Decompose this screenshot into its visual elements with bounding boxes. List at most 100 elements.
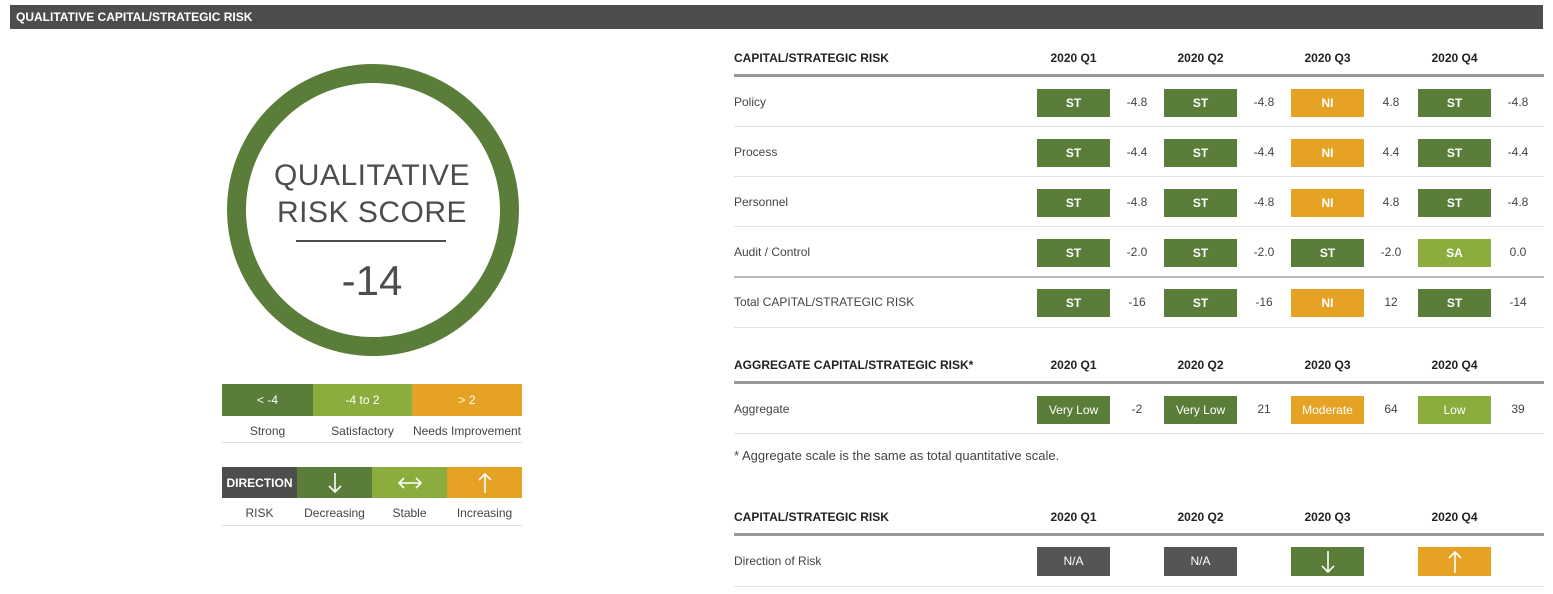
rating-badge: ST (1418, 189, 1491, 217)
table-row-personnel: Personnel ST -4.8 ST -4.8 NI 4.8 ST -4.8 (734, 178, 1544, 227)
label-stable: Stable (392, 506, 427, 520)
direction-badge: N/A (1164, 547, 1237, 576)
table1-rule (734, 74, 1544, 77)
risk-score-divider (296, 240, 446, 242)
arrow-down-icon (1291, 547, 1364, 576)
rating-badge: ST (1037, 239, 1110, 267)
score-value: -16 (1255, 295, 1273, 309)
table2-q3: 2020 Q3 (1304, 358, 1351, 372)
score-value: -16 (1128, 295, 1146, 309)
row-label: Aggregate (734, 402, 790, 416)
table-row-policy: Policy ST -4.8 ST -4.8 NI 4.8 ST -4.8 (734, 78, 1544, 127)
rating-badge: ST (1037, 189, 1110, 217)
rating-badge: ST (1164, 89, 1237, 117)
score-value: -14 (1509, 295, 1527, 309)
section-header: QUALITATIVE CAPITAL/STRATEGIC RISK (10, 5, 1543, 29)
rating-badge: ST (1164, 239, 1237, 267)
score-value: -2.0 (1380, 245, 1402, 259)
table1-q1: 2020 Q1 (1050, 51, 1097, 65)
table3-header: CAPITAL/STRATEGIC RISK 2020 Q1 2020 Q2 2… (734, 507, 1544, 527)
table3-q3: 2020 Q3 (1304, 510, 1351, 524)
row-label: Personnel (734, 195, 789, 209)
risk-score-title-line1: QUALITATIVE (273, 159, 471, 192)
row-label: Total CAPITAL/STRATEGIC RISK (734, 295, 915, 309)
table-row-aggregate: Aggregate Very Low -2 Very Low 21 Modera… (734, 385, 1544, 434)
rating-badge: NI (1291, 189, 1364, 217)
rating-badge: ST (1418, 289, 1491, 317)
direction-legend: DIRECTION (222, 467, 522, 498)
table1-q3: 2020 Q3 (1304, 51, 1351, 65)
score-value: -2.0 (1126, 245, 1148, 259)
table1-q2: 2020 Q2 (1177, 51, 1224, 65)
score-range-legend: < -4 -4 to 2 > 2 (222, 384, 522, 416)
risk-score-value: -14 (341, 257, 403, 304)
table3-rule (734, 533, 1544, 536)
score-value: 21 (1257, 402, 1271, 416)
rating-badge: Very Low (1164, 396, 1237, 424)
range-satisfactory: -4 to 2 (313, 384, 412, 416)
rating-badge: Moderate (1291, 396, 1364, 424)
table1-header: CAPITAL/STRATEGIC RISK 2020 Q1 2020 Q2 2… (734, 48, 1544, 68)
rating-badge: ST (1291, 239, 1364, 267)
aggregate-footnote: * Aggregate scale is the same as total q… (734, 448, 1060, 463)
table2-header: AGGREGATE CAPITAL/STRATEGIC RISK* 2020 Q… (734, 355, 1544, 375)
arrow-down-icon (297, 467, 372, 498)
score-value: -4.8 (1253, 195, 1275, 209)
direction-labels: RISK Decreasing Stable Increasing (222, 502, 522, 526)
row-label: Direction of Risk (734, 554, 822, 568)
label-risk: RISK (245, 506, 274, 520)
score-value: -2 (1131, 402, 1143, 416)
table1-title: CAPITAL/STRATEGIC RISK (734, 51, 889, 65)
score-value: 4.4 (1382, 145, 1400, 159)
rating-badge: NI (1291, 289, 1364, 317)
label-strong: Strong (249, 424, 286, 438)
table-row-total: Total CAPITAL/STRATEGIC RISK ST -16 ST -… (734, 276, 1544, 328)
score-range-labels: Strong Satisfactory Needs Improvement (222, 420, 522, 443)
score-value: 4.8 (1382, 95, 1400, 109)
direction-header: DIRECTION (222, 467, 297, 498)
score-value: 4.8 (1382, 195, 1400, 209)
risk-score-title: QUALITATIVE RISK SCORE (222, 157, 522, 231)
score-value: -4.4 (1126, 145, 1148, 159)
label-needs-improvement: Needs Improvement (412, 424, 522, 438)
table2-q1: 2020 Q1 (1050, 358, 1097, 372)
rating-badge: NI (1291, 89, 1364, 117)
arrow-up-icon (1418, 547, 1491, 576)
table3-q2: 2020 Q2 (1177, 510, 1224, 524)
score-value: 39 (1511, 402, 1525, 416)
label-increasing: Increasing (456, 506, 513, 520)
table2-title: AGGREGATE CAPITAL/STRATEGIC RISK* (734, 358, 974, 372)
table3-q1: 2020 Q1 (1050, 510, 1097, 524)
arrow-up-icon (447, 467, 522, 498)
rating-badge: NI (1291, 139, 1364, 167)
table-row-process: Process ST -4.4 ST -4.4 NI 4.4 ST -4.4 (734, 128, 1544, 177)
score-value: -4.8 (1253, 95, 1275, 109)
score-value: -4.8 (1507, 195, 1529, 209)
table2-q4: 2020 Q4 (1431, 358, 1478, 372)
table2-q2: 2020 Q2 (1177, 358, 1224, 372)
direction-badge: N/A (1037, 547, 1110, 576)
label-decreasing: Decreasing (304, 506, 365, 520)
arrow-left-right-icon (372, 467, 447, 498)
score-value: 0.0 (1509, 245, 1527, 259)
row-label: Process (734, 145, 778, 159)
rating-badge: ST (1418, 89, 1491, 117)
score-value: -4.4 (1507, 145, 1529, 159)
risk-score-title-line2: RISK SCORE (276, 196, 468, 229)
row-label: Policy (734, 95, 767, 109)
rating-badge: ST (1037, 89, 1110, 117)
table2-rule (734, 381, 1544, 384)
table1-q4: 2020 Q4 (1431, 51, 1478, 65)
table-row-audit-control: Audit / Control ST -2.0 ST -2.0 ST -2.0 … (734, 228, 1544, 277)
score-value: -4.4 (1253, 145, 1275, 159)
table3-q4: 2020 Q4 (1431, 510, 1478, 524)
row-label: Audit / Control (734, 245, 811, 259)
score-value: -4.8 (1507, 95, 1529, 109)
rating-badge: ST (1164, 189, 1237, 217)
score-value: -2.0 (1253, 245, 1275, 259)
rating-badge: Very Low (1037, 396, 1110, 424)
score-value: 64 (1384, 402, 1398, 416)
rating-badge: ST (1164, 289, 1237, 317)
score-value: -4.8 (1126, 95, 1148, 109)
label-satisfactory: Satisfactory (331, 424, 394, 438)
